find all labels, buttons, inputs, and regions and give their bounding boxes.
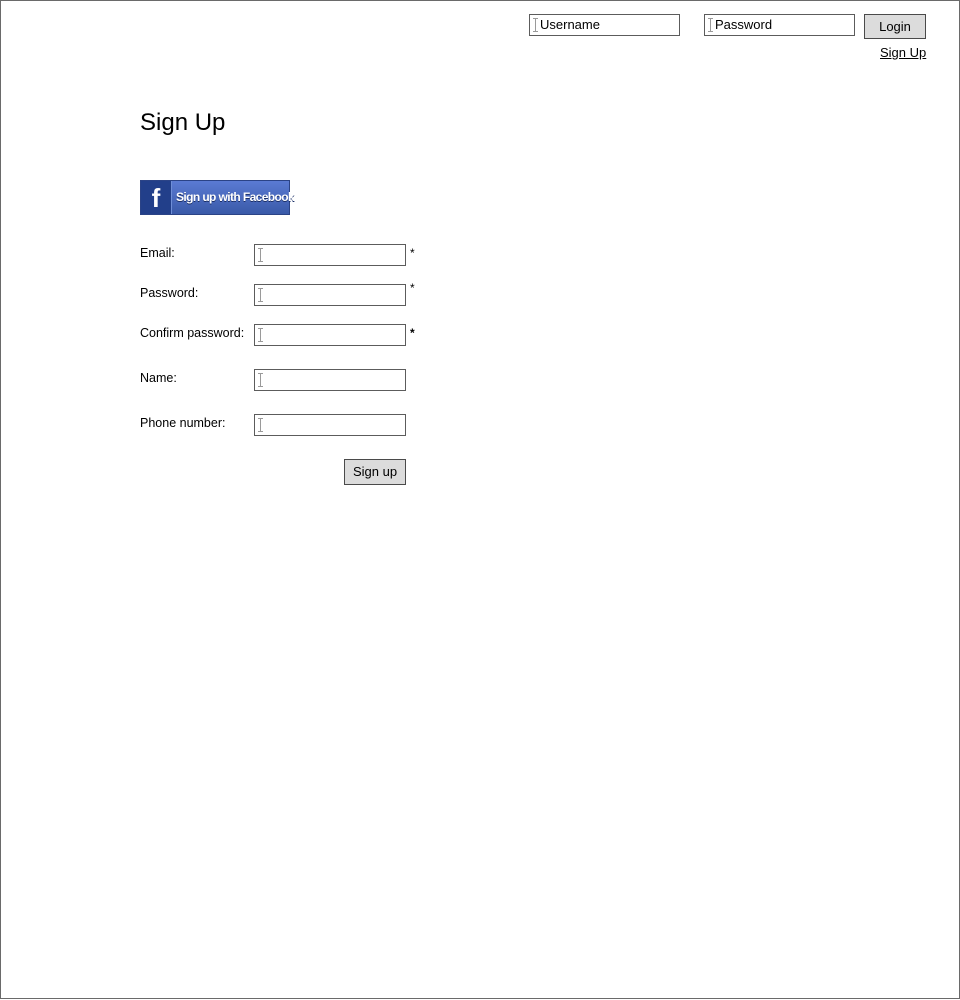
email-label: Email: — [140, 246, 175, 260]
password-input[interactable]: Password — [704, 14, 855, 36]
phone-number-field[interactable] — [254, 414, 406, 436]
page-title: Sign Up — [140, 109, 226, 136]
text-cursor-icon — [258, 418, 263, 432]
username-input[interactable]: Username — [529, 14, 680, 36]
required-mark: * — [410, 246, 415, 260]
name-label: Name: — [140, 371, 177, 385]
required-mark: * — [410, 326, 415, 340]
text-cursor-icon — [708, 18, 713, 32]
phone-number-label: Phone number: — [140, 416, 226, 430]
username-placeholder: Username — [540, 17, 600, 32]
text-cursor-icon — [258, 248, 263, 262]
password-label: Password: — [140, 286, 199, 300]
text-cursor-icon — [533, 18, 538, 32]
password-placeholder: Password — [715, 17, 773, 32]
name-field[interactable] — [254, 369, 406, 391]
text-cursor-icon — [258, 288, 263, 302]
required-mark: * — [410, 281, 415, 295]
email-field[interactable] — [254, 244, 406, 266]
password-field[interactable] — [254, 284, 406, 306]
page-frame — [0, 0, 960, 999]
signup-link[interactable]: Sign Up — [880, 45, 926, 60]
facebook-signup-label: Sign up with Facebook — [176, 190, 295, 204]
confirm-password-label: Confirm password: — [140, 326, 245, 340]
signup-submit-button[interactable]: Sign up — [344, 459, 406, 485]
confirm-password-field[interactable] — [254, 324, 406, 346]
text-cursor-icon — [258, 328, 263, 342]
text-cursor-icon — [258, 373, 263, 387]
facebook-icon: f — [141, 181, 172, 214]
login-button[interactable]: Login — [864, 14, 926, 39]
facebook-signup-button[interactable]: f Sign up with Facebook — [140, 180, 295, 215]
